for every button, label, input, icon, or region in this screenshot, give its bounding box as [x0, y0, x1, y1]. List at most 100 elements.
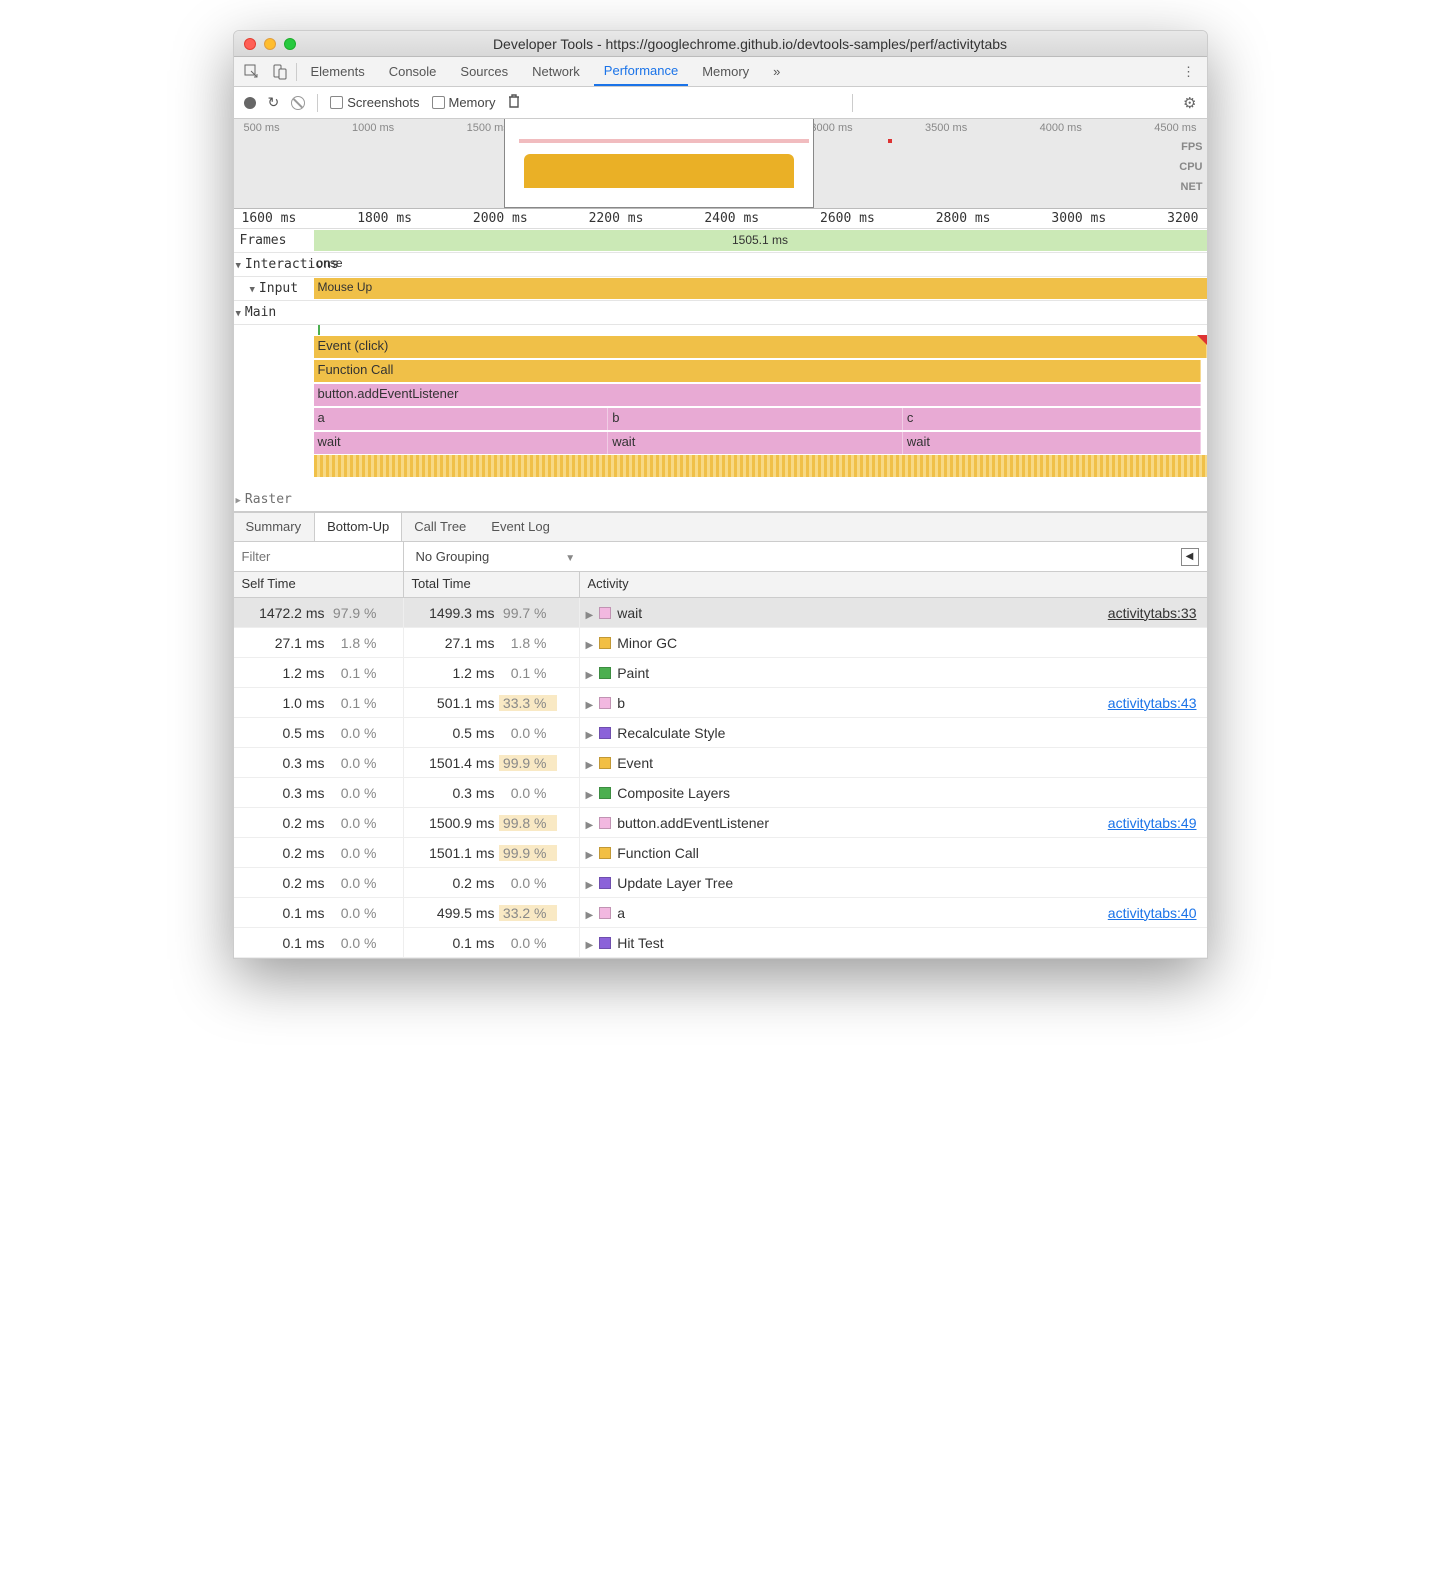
flame-c[interactable]: c — [903, 408, 1201, 430]
table-row[interactable]: 1.2 ms0.1 %1.2 ms0.1 %Paint — [234, 658, 1207, 688]
interactions-row[interactable]: Interactions onse — [234, 253, 1207, 277]
reload-record-button[interactable]: ↻ — [268, 94, 280, 111]
flame-function-call[interactable]: Function Call — [314, 360, 1201, 382]
col-total-time[interactable]: Total Time — [404, 572, 580, 597]
record-button[interactable] — [244, 97, 256, 109]
source-link[interactable]: activitytabs:43 — [1108, 695, 1197, 711]
table-row[interactable]: 0.2 ms0.0 %1500.9 ms99.8 %button.addEven… — [234, 808, 1207, 838]
total-ms: 1.2 ms — [404, 665, 499, 681]
filter-input[interactable] — [234, 542, 404, 571]
interactions-header[interactable]: Interactions — [234, 257, 314, 272]
table-row[interactable]: 0.2 ms0.0 %0.2 ms0.0 %Update Layer Tree — [234, 868, 1207, 898]
tick: 2200 ms — [589, 211, 644, 226]
main-header[interactable]: Main — [234, 305, 314, 320]
chevron-right-icon[interactable] — [586, 665, 594, 681]
frames-row[interactable]: Frames 1505.1 ms — [234, 229, 1207, 253]
total-ms: 499.5 ms — [404, 905, 499, 921]
tab-memory[interactable]: Memory — [692, 58, 759, 85]
flame-b[interactable]: b — [608, 408, 903, 430]
tick: 3200 — [1167, 211, 1198, 226]
activity-swatch — [599, 907, 611, 919]
tab-event-log[interactable]: Event Log — [479, 513, 563, 541]
chevron-right-icon[interactable] — [586, 875, 594, 891]
source-link[interactable]: activitytabs:40 — [1108, 905, 1197, 921]
table-row[interactable]: 0.1 ms0.0 %0.1 ms0.0 %Hit Test — [234, 928, 1207, 958]
close-icon[interactable] — [244, 38, 256, 50]
chevron-right-icon[interactable] — [586, 605, 594, 621]
table-row[interactable]: 0.3 ms0.0 %1501.4 ms99.9 %Event — [234, 748, 1207, 778]
table-row[interactable]: 0.2 ms0.0 %1501.1 ms99.9 %Function Call — [234, 838, 1207, 868]
table-row[interactable]: 1.0 ms0.1 %501.1 ms33.3 %bactivitytabs:4… — [234, 688, 1207, 718]
chevron-right-icon[interactable] — [586, 815, 594, 831]
input-header[interactable]: Input — [234, 281, 314, 296]
main-header-row[interactable]: Main — [234, 301, 1207, 325]
chevron-right-icon[interactable] — [586, 935, 594, 951]
total-pct: 99.9 % — [499, 845, 557, 861]
chevron-right-icon[interactable] — [586, 755, 594, 771]
chevron-down-icon — [236, 305, 241, 320]
flame-listener[interactable]: button.addEventListener — [314, 384, 1201, 406]
source-link[interactable]: activitytabs:49 — [1108, 815, 1197, 831]
chevron-down-icon — [236, 257, 241, 272]
flame-wait-b[interactable]: wait — [608, 432, 903, 454]
tab-elements[interactable]: Elements — [301, 58, 375, 85]
col-activity[interactable]: Activity — [580, 572, 1207, 597]
kebab-menu-icon[interactable]: ⋮ — [1177, 60, 1201, 84]
reveal-heaviest-stack-button[interactable]: ◀ — [1181, 548, 1199, 566]
garbage-collect-icon[interactable] — [507, 93, 521, 112]
table-header: Self Time Total Time Activity — [234, 572, 1207, 598]
tab-console[interactable]: Console — [379, 58, 447, 85]
tab-summary[interactable]: Summary — [234, 513, 315, 541]
total-pct: 1.8 % — [499, 635, 557, 651]
tab-more[interactable]: » — [763, 58, 790, 85]
raster-row[interactable]: Raster — [234, 487, 1207, 511]
chevron-right-icon[interactable] — [586, 725, 594, 741]
flame-wait-a[interactable]: wait — [314, 432, 609, 454]
fps-label: FPS — [1179, 141, 1202, 153]
flame-chart[interactable]: 1600 ms 1800 ms 2000 ms 2200 ms 2400 ms … — [234, 209, 1207, 512]
tab-performance[interactable]: Performance — [594, 57, 688, 86]
chevron-right-icon[interactable] — [586, 905, 594, 921]
settings-icon[interactable]: ⚙ — [1183, 94, 1196, 112]
input-event-bar[interactable]: Mouse Up — [314, 278, 1207, 299]
flame-wait-c[interactable]: wait — [903, 432, 1201, 454]
activity-name: Composite Layers — [617, 785, 730, 801]
chevron-right-icon[interactable] — [586, 785, 594, 801]
grouping-select[interactable]: No Grouping — [404, 549, 588, 564]
tab-call-tree[interactable]: Call Tree — [402, 513, 479, 541]
table-row[interactable]: 27.1 ms1.8 %27.1 ms1.8 %Minor GC — [234, 628, 1207, 658]
memory-checkbox[interactable]: Memory — [432, 95, 496, 110]
clear-button[interactable] — [291, 96, 305, 110]
self-pct: 0.0 % — [329, 785, 387, 801]
input-row[interactable]: Input Mouse Up — [234, 277, 1207, 301]
chevron-right-icon[interactable] — [586, 635, 594, 651]
raster-header[interactable]: Raster — [234, 492, 314, 507]
separator — [296, 63, 297, 81]
chevron-right-icon[interactable] — [586, 695, 594, 711]
chevron-right-icon[interactable] — [586, 845, 594, 861]
table-row[interactable]: 1472.2 ms97.9 %1499.3 ms99.7 %waitactivi… — [234, 598, 1207, 628]
table-body: 1472.2 ms97.9 %1499.3 ms99.7 %waitactivi… — [234, 598, 1207, 958]
table-row[interactable]: 0.3 ms0.0 %0.3 ms0.0 %Composite Layers — [234, 778, 1207, 808]
inspect-icon[interactable] — [240, 60, 264, 84]
overview-pane[interactable]: 500 ms 1000 ms 1500 ms 2000 ms 2500 ms 3… — [234, 119, 1207, 209]
tick: 2800 ms — [936, 211, 991, 226]
table-row[interactable]: 0.1 ms0.0 %499.5 ms33.2 %aactivitytabs:4… — [234, 898, 1207, 928]
minimize-icon[interactable] — [264, 38, 276, 50]
flame-detail-stripe[interactable] — [314, 455, 1207, 477]
activity-name: Update Layer Tree — [617, 875, 733, 891]
source-link[interactable]: activitytabs:33 — [1108, 605, 1197, 621]
tick: 1500 ms — [467, 122, 509, 134]
col-self-time[interactable]: Self Time — [234, 572, 404, 597]
tab-bottom-up[interactable]: Bottom-Up — [314, 513, 402, 541]
device-toggle-icon[interactable] — [268, 60, 292, 84]
maximize-icon[interactable] — [284, 38, 296, 50]
flame-event-click[interactable]: Event (click) — [314, 336, 1207, 358]
frame-duration[interactable]: 1505.1 ms — [314, 230, 1207, 251]
screenshots-checkbox[interactable]: Screenshots — [330, 95, 419, 110]
tab-network[interactable]: Network — [522, 58, 590, 85]
table-row[interactable]: 0.5 ms0.0 %0.5 ms0.0 %Recalculate Style — [234, 718, 1207, 748]
tab-sources[interactable]: Sources — [450, 58, 518, 85]
screenshots-label: Screenshots — [347, 95, 419, 110]
flame-a[interactable]: a — [314, 408, 609, 430]
